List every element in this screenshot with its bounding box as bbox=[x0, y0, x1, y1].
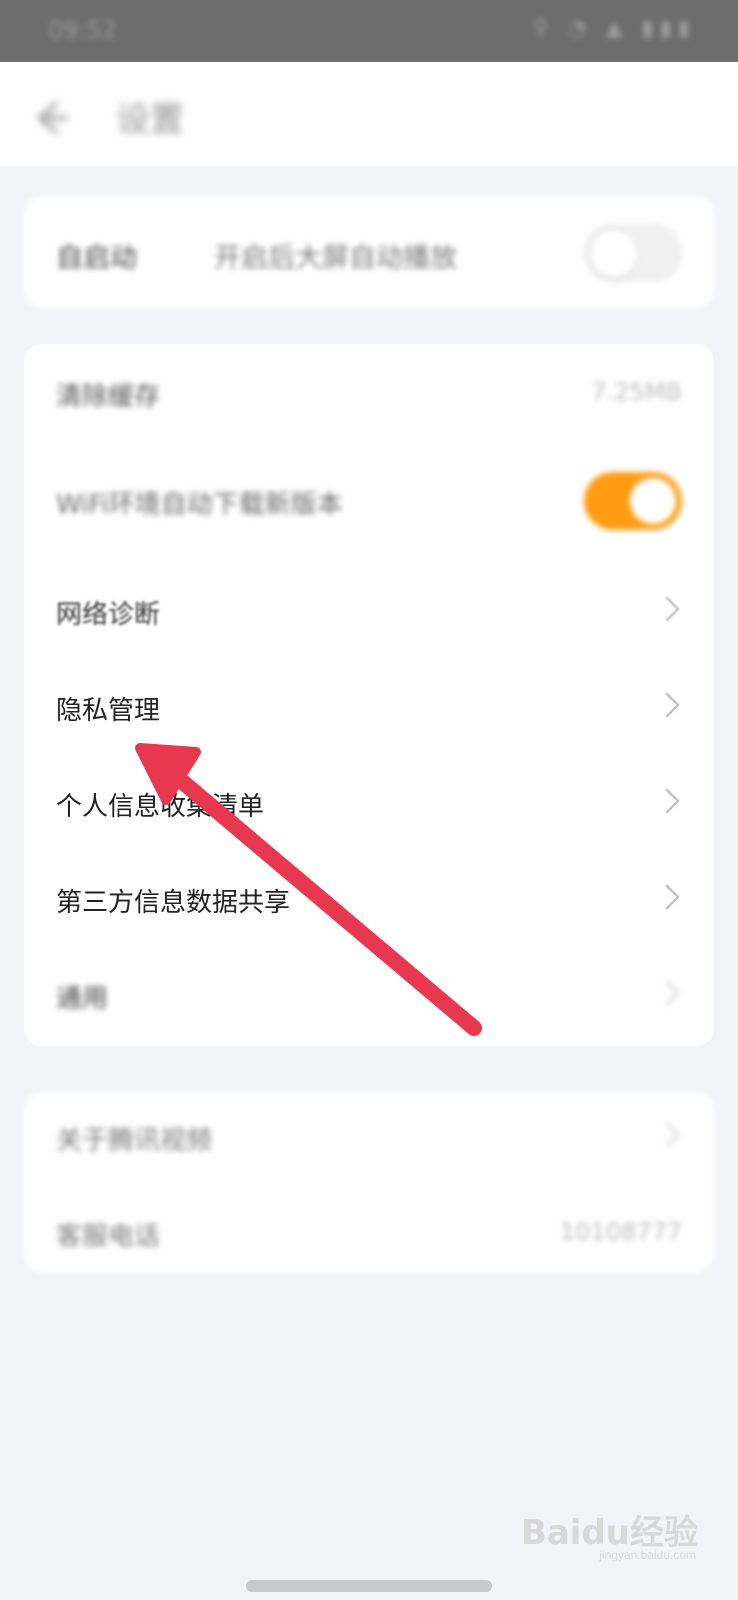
status-time: 09:52 bbox=[48, 16, 118, 44]
wifi-download-toggle[interactable] bbox=[584, 472, 682, 530]
clear-cache-label: 清除缓存 bbox=[56, 382, 161, 412]
toggle-knob bbox=[630, 478, 676, 524]
autostart-card: 自启动 开启后大屏自动播放 bbox=[24, 196, 714, 308]
baidu-watermark-url: jingyan.baidu.com bbox=[599, 1548, 696, 1562]
chevron-right-icon bbox=[665, 980, 680, 1006]
settings-row-general[interactable]: 通用 bbox=[24, 944, 714, 1040]
personal-info-list-label: 个人信息收集清单 bbox=[56, 792, 265, 822]
customer-service-phone: 10108777 bbox=[559, 1218, 682, 1246]
settings-row-customer-service[interactable]: 客服电话 10108777 bbox=[24, 1188, 714, 1284]
settings-row-personal-info-list[interactable]: 个人信息收集清单 bbox=[24, 752, 714, 848]
home-indicator[interactable] bbox=[246, 1580, 492, 1592]
settings-row-third-party-sharing[interactable]: 第三方信息数据共享 bbox=[24, 848, 714, 944]
settings-card: 清除缓存 7.25MB WiFi环境自动下载新版本 网络诊断 隐私管理 个人信息… bbox=[24, 344, 714, 1046]
settings-row-privacy-management[interactable]: 隐私管理 bbox=[24, 656, 714, 752]
wifi-download-label: WiFi环境自动下载新版本 bbox=[56, 490, 343, 520]
general-label: 通用 bbox=[56, 984, 109, 1014]
app-header: 设置 bbox=[0, 62, 738, 166]
baidu-watermark: Baidu经验 bbox=[520, 1513, 698, 1553]
page-title: 设置 bbox=[116, 100, 184, 140]
settings-row-network-diagnosis[interactable]: 网络诊断 bbox=[24, 560, 714, 656]
about-label: 关于腾讯视频 bbox=[56, 1126, 213, 1156]
autostart-label: 自启动 bbox=[56, 243, 137, 274]
autostart-toggle[interactable] bbox=[584, 224, 682, 282]
chevron-right-icon bbox=[665, 596, 680, 622]
status-bar: 09:52 ⚲ ◔ ▲ ▮▮▮ bbox=[0, 0, 738, 62]
settings-row-clear-cache[interactable]: 清除缓存 7.25MB bbox=[24, 344, 714, 440]
chevron-right-icon bbox=[665, 692, 680, 718]
third-party-sharing-label: 第三方信息数据共享 bbox=[56, 888, 291, 918]
settings-row-about[interactable]: 关于腾讯视频 bbox=[24, 1092, 714, 1188]
cache-size-value: 7.25MB bbox=[591, 378, 682, 406]
chevron-right-icon bbox=[665, 884, 680, 910]
about-card: 关于腾讯视频 客服电话 10108777 bbox=[24, 1092, 714, 1272]
back-arrow-icon[interactable] bbox=[30, 98, 70, 138]
chevron-right-icon bbox=[665, 788, 680, 814]
toggle-knob bbox=[591, 231, 637, 277]
privacy-management-label: 隐私管理 bbox=[56, 696, 161, 726]
chevron-right-icon bbox=[665, 1122, 680, 1148]
settings-row-wifi-download: WiFi环境自动下载新版本 bbox=[24, 452, 714, 548]
customer-service-label: 客服电话 bbox=[56, 1222, 161, 1252]
status-icons: ⚲ ◔ ▲ ▮▮▮ bbox=[532, 16, 696, 41]
autostart-description: 开启后大屏自动播放 bbox=[214, 243, 457, 274]
network-diagnosis-label: 网络诊断 bbox=[56, 600, 161, 630]
